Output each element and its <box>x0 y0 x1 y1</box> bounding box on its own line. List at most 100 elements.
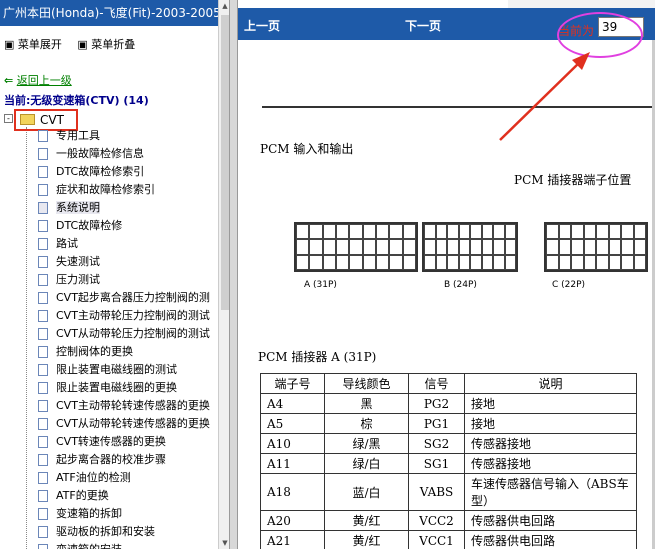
tree-item[interactable]: 限止装置电磁线圈的测试 <box>36 361 218 379</box>
connector-pin <box>362 254 376 270</box>
scroll-thumb[interactable] <box>221 15 229 310</box>
tree-item-label: DTC故障检修索引 <box>56 165 145 178</box>
connector-pin <box>493 254 505 270</box>
connector-pin <box>375 239 390 255</box>
tree-item[interactable]: ATF油位的检测 <box>36 469 218 487</box>
document-icon <box>38 166 48 178</box>
tree-item[interactable]: 失速测试 <box>36 253 218 271</box>
document-icon <box>38 202 48 214</box>
tree-item[interactable]: 系统说明 <box>36 199 218 217</box>
tree-item[interactable]: CVT起步离合器压力控制阀的测 <box>36 289 218 307</box>
document-icon <box>38 400 48 412</box>
connector-pin <box>504 254 516 270</box>
connector-pin <box>571 254 584 270</box>
tree-item[interactable]: DTC故障检修 <box>36 217 218 235</box>
next-page-button[interactable]: 下一页 <box>405 17 441 34</box>
tree-item-label: DTC故障检修 <box>56 219 123 232</box>
topic-list: 专用工具 一般故障检修信息 DTC故障检修索引 症状和故障检修索引系统说明 DTC故障检… <box>36 127 218 549</box>
table-cell: 传感器供电回路 <box>464 530 637 549</box>
back-arrow-icon: ⇐ <box>4 74 14 87</box>
document-icon <box>38 490 48 502</box>
connector-pin <box>583 254 596 270</box>
tree-item[interactable]: 限止装置电磁线圈的更换 <box>36 379 218 397</box>
left-scrollbar[interactable]: ▲ ▼ <box>218 0 229 549</box>
table-row: A5 棕 PG1 接地 <box>260 413 637 434</box>
document-icon <box>38 184 48 196</box>
tree-item[interactable]: 变速箱的拆卸 <box>36 505 218 523</box>
connector-pin <box>608 224 621 240</box>
connector-pin <box>349 254 363 270</box>
document-icon <box>38 292 48 304</box>
scroll-up-icon[interactable]: ▲ <box>220 2 229 10</box>
tree-item-label: ATF油位的检测 <box>56 471 131 484</box>
connector-pin <box>481 254 493 270</box>
connector-pin <box>608 239 621 255</box>
connector-a-diagram <box>294 222 418 272</box>
expand-toggle[interactable]: - <box>4 114 13 123</box>
connector-pin <box>633 254 646 270</box>
tree-item[interactable]: 路试 <box>36 235 218 253</box>
tree-item[interactable]: 症状和故障检修索引 <box>36 181 218 199</box>
connector-pin <box>349 239 363 255</box>
scroll-down-icon[interactable]: ▼ <box>220 539 229 547</box>
expand-menu-button[interactable]: ▣ 菜单展开 <box>4 38 68 51</box>
document-icon <box>38 256 48 268</box>
tree-item[interactable]: DTC故障检修索引 <box>36 163 218 181</box>
document-icon <box>38 454 48 466</box>
connector-pin <box>558 239 571 255</box>
connector-pin <box>375 254 390 270</box>
connector-pin <box>493 239 505 255</box>
connector-pin <box>481 239 493 255</box>
tree-item[interactable]: 一般故障检修信息 <box>36 145 218 163</box>
connector-pin <box>402 239 416 255</box>
tree-item[interactable]: 起步离合器的校准步骤 <box>36 451 218 469</box>
tree-item-label: CVT起步离合器压力控制阀的测 <box>56 291 210 304</box>
pin-table: 端子号 导线颜色 信号 说明 A4 黑 PG2 接地 A5 棕 PG1 接地 A10 绿/黑 SG2… <box>260 373 637 549</box>
tree-item[interactable]: CVT转速传感器的更换 <box>36 433 218 451</box>
tree-item[interactable]: CVT从动带轮压力控制阀的测试 <box>36 325 218 343</box>
tree-item-label: ATF的更换 <box>56 489 109 502</box>
table-cell: 棕 <box>324 413 409 434</box>
connector-pin <box>470 254 482 270</box>
document-icon <box>38 472 48 484</box>
tree-item[interactable]: CVT从动带轮转速传感器的更换 <box>36 415 218 433</box>
tree-item[interactable]: 专用工具 <box>36 127 218 145</box>
connector-pin <box>389 254 403 270</box>
table-cell: 绿/白 <box>324 453 409 474</box>
document-icon <box>38 382 48 394</box>
table-cell: A4 <box>260 393 325 414</box>
connector-pin <box>447 224 459 240</box>
table-cell: A5 <box>260 413 325 434</box>
connector-pin <box>322 239 336 255</box>
tree-item-label: 控制阀体的更换 <box>56 345 133 358</box>
connector-pin <box>322 224 336 240</box>
tree-item[interactable]: 驱动板的拆卸和安装 <box>36 523 218 541</box>
tree-item[interactable]: CVT主动带轮转速传感器的更换 <box>36 397 218 415</box>
prev-page-button[interactable]: 上一页 <box>244 17 280 34</box>
document-icon <box>38 436 48 448</box>
connector-pin <box>546 239 559 255</box>
tree-item-label: 症状和故障检修索引 <box>56 183 155 196</box>
table-cell: 黄/红 <box>324 530 409 549</box>
connector-pin <box>335 224 350 240</box>
document-icon <box>38 238 48 250</box>
table-cell: VABS <box>408 473 465 511</box>
tree-item[interactable]: CVT主动带轮压力控制阀的测试 <box>36 307 218 325</box>
tree-item-label: CVT转速传感器的更换 <box>56 435 166 448</box>
connector-pin <box>546 224 559 240</box>
tree-item-label: 限止装置电磁线圈的更换 <box>56 381 177 394</box>
connector-pin <box>458 224 470 240</box>
tree-node-label: CVT <box>40 113 64 127</box>
back-link[interactable]: ⇐ 返回上一级 <box>4 72 72 88</box>
collapse-menu-button[interactable]: ▣ 菜单折叠 <box>77 38 141 51</box>
document-icon <box>38 364 48 376</box>
tree-item[interactable]: ATF的更换 <box>36 487 218 505</box>
connector-pin <box>435 224 447 240</box>
connector-pin <box>621 224 634 240</box>
tree-item[interactable]: 压力测试 <box>36 271 218 289</box>
tree-item[interactable]: 变速箱的安装 <box>36 541 218 549</box>
tree-line <box>26 127 27 549</box>
tree-item[interactable]: 控制阀体的更换 <box>36 343 218 361</box>
splitter[interactable] <box>230 0 238 549</box>
connector-pin <box>571 239 584 255</box>
